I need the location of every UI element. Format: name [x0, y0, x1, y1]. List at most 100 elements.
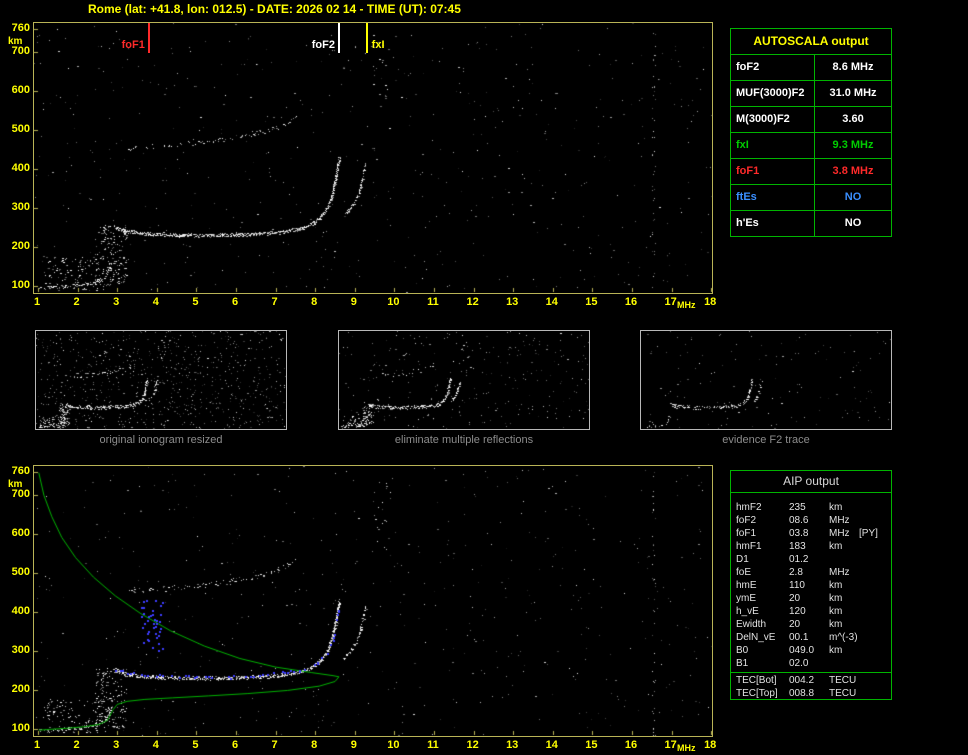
- aip-param-value-ewidth: 20: [789, 619, 801, 630]
- aip-param-extra-hmf2: [859, 501, 891, 514]
- aip-param-label-tec-top: TEC[Top]: [736, 688, 778, 699]
- top-plot-x-tick-label-8: 8: [311, 296, 318, 308]
- bottom-plot-x-tick-label-3: 3: [113, 739, 120, 751]
- bottom-plot-x-axis-unit-label: MHz: [677, 743, 696, 753]
- thumbnail-f2-trace-canvas: [641, 331, 891, 429]
- autoscala-param-label-ftes: ftEs: [731, 185, 815, 210]
- autoscala-param-label-fof1: foF1: [731, 159, 815, 184]
- autoscala-param-value-fxi: 9.3 MHz: [832, 139, 874, 151]
- autoscala-param-value-h-es: NO: [844, 217, 862, 229]
- bottom-plot-y-tick-label-100: 100: [11, 722, 30, 734]
- top-plot-x-tick-label-10: 10: [387, 296, 400, 308]
- autoscala-row-ftes: ftEs NO: [731, 185, 891, 211]
- top-plot-x-tick-label-11: 11: [427, 296, 439, 308]
- top-plot-x-tick-label-13: 13: [506, 296, 519, 308]
- aip-param-unit-hmf1: km: [829, 541, 843, 552]
- autoscala-row-fof1: foF1 3.8 MHz: [731, 159, 891, 185]
- thumbnail-caption-original: original ionogram resized: [99, 434, 223, 446]
- autoscala-table-rows: foF2 8.6 MHz MUF(3000)F2 31.0 MHz M(3000)F2 3…: [731, 55, 891, 236]
- bottom-plot-x-tick-label-10: 10: [387, 739, 400, 751]
- top-plot-y-tick-label-600: 600: [11, 84, 30, 97]
- aip-param-unit-yme: km: [829, 593, 843, 604]
- autoscala-param-value-muf-3000-f2: 31.0 MHz: [829, 87, 877, 99]
- thumbnail-f2-trace: [640, 330, 892, 430]
- top-plot-x-tick-label-2: 2: [73, 296, 80, 308]
- top-plot-x-tick-label-16: 16: [624, 296, 638, 308]
- aip-param-extra-fof1: [PY]: [859, 528, 878, 539]
- aip-row-deln-ve: DelN_vE 00.1 m^(-3): [731, 631, 891, 644]
- aip-param-extra-h-ve: [859, 605, 891, 618]
- aip-param-label-deln-ve: DelN_vE: [736, 632, 776, 643]
- autoscala-row-h-es: h'Es NO: [731, 211, 891, 236]
- thumbnail-original-ionogram: [35, 330, 287, 430]
- autoscala-table-header: AUTOSCALA output: [731, 29, 891, 55]
- thumbnail-multiple-reflections-canvas: [339, 331, 589, 429]
- aip-param-label-fof2: foF2: [736, 515, 757, 526]
- autoscala-param-value-fof1: 3.8 MHz: [832, 165, 874, 177]
- main-ionogram-plot: foF1 foF2 fxI: [33, 22, 713, 294]
- bottom-plot-x-tick-label-2: 2: [73, 739, 80, 751]
- autoscala-param-label-muf-3000-f2: MUF(3000)F2: [731, 81, 815, 106]
- top-plot-x-tick-label-14: 14: [545, 296, 558, 308]
- aip-row-b1: B1 02.0: [731, 657, 891, 670]
- aip-row-tec-top: TEC[Top] 008.8 TECU: [731, 687, 891, 700]
- profile-ionogram-plot: [33, 465, 713, 737]
- aip-param-label-b0: B0: [736, 645, 749, 656]
- bottom-plot-x-tick-label-4: 4: [152, 739, 159, 751]
- bottom-plot-x-tick-label-13: 13: [506, 739, 519, 751]
- aip-param-label-hmf1: hmF1: [736, 541, 762, 552]
- aip-param-unit-hmf2: km: [829, 502, 843, 513]
- autoscala-screen: Rome (lat: +41.8, lon: 012.5) - DATE: 20…: [0, 0, 968, 755]
- bottom-plot-x-tick-label-7: 7: [271, 739, 278, 751]
- bottom-plot-x-tick-label-5: 5: [192, 739, 199, 751]
- aip-row-yme: ymE 20 km: [731, 592, 891, 605]
- aip-param-unit-fof1: MHz: [829, 528, 850, 539]
- aip-param-label-ewidth: Ewidth: [736, 619, 767, 630]
- aip-param-unit-b1: [829, 657, 859, 670]
- top-plot-x-tick-label-15: 15: [585, 296, 598, 308]
- thumbnail-multiple-reflections: [338, 330, 590, 430]
- aip-param-label-hme: hmE: [736, 580, 757, 591]
- aip-param-unit-ewidth: km: [829, 619, 843, 630]
- top-plot-y-tick-label-700: 700: [11, 45, 30, 58]
- fof1-marker-line: [147, 23, 150, 53]
- aip-param-extra-tec-top: [859, 687, 891, 700]
- fof1-marker-label: foF1: [121, 39, 145, 51]
- aip-tec-rows: TEC[Bot] 004.2 TECU TEC[Top] 008.8 TECU: [731, 674, 891, 700]
- aip-param-unit-deln-ve: m^(-3): [829, 632, 858, 643]
- aip-param-extra-d1: [859, 553, 891, 566]
- aip-param-label-foe: foE: [736, 567, 752, 578]
- autoscala-param-value-m-3000-f2: 3.60: [842, 113, 864, 125]
- aip-param-value-tec-bot: 004.2: [789, 675, 815, 686]
- aip-param-value-fof1: 03.8: [789, 528, 809, 539]
- aip-param-label-b1: B1: [736, 658, 749, 669]
- aip-param-extra-foe: [859, 566, 891, 579]
- bottom-plot-x-tick-label-11: 11: [427, 739, 439, 751]
- autoscala-param-label-h-es: h'Es: [731, 211, 815, 236]
- aip-row-d1: D1 01.2: [731, 553, 891, 566]
- aip-output-table: AIP output hmF2 235 km foF2 08.6 MHz foF1 03.8 M…: [730, 470, 892, 700]
- aip-param-label-fof1: foF1: [736, 528, 757, 539]
- station-date-title: Rome (lat: +41.8, lon: 012.5) - DATE: 20…: [88, 2, 461, 16]
- aip-param-value-h-ve: 120: [789, 606, 806, 617]
- top-plot-x-tick-label-7: 7: [271, 296, 278, 308]
- aip-param-unit-foe: MHz: [829, 567, 850, 578]
- autoscala-output-table: AUTOSCALA output foF2 8.6 MHz MUF(3000)F2 3…: [730, 28, 892, 237]
- aip-row-foe: foE 2.8 MHz: [731, 566, 891, 579]
- aip-param-value-foe: 2.8: [789, 567, 803, 578]
- bottom-plot-y-axis-unit-label: km: [8, 479, 23, 490]
- aip-row-b0: B0 049.0 km: [731, 644, 891, 657]
- aip-param-label-hmf2: hmF2: [736, 502, 762, 513]
- bottom-plot-x-tick-label-1: 1: [33, 739, 41, 751]
- bottom-plot-y-tick-label-200: 200: [11, 683, 30, 696]
- aip-param-extra-fof2: [859, 514, 891, 527]
- aip-row-tec-bot: TEC[Bot] 004.2 TECU: [731, 674, 891, 687]
- top-plot-x-tick-label-3: 3: [113, 296, 120, 308]
- bottom-plot-x-tick-label-8: 8: [311, 739, 318, 751]
- aip-param-extra-hme: [859, 579, 891, 592]
- thumbnail-caption-f2-trace: evidence F2 trace: [722, 434, 810, 446]
- aip-param-extra-hmf1: [859, 540, 891, 553]
- aip-param-label-tec-bot: TEC[Bot]: [736, 675, 777, 686]
- bottom-plot-x-tick-label-12: 12: [466, 739, 479, 751]
- top-plot-x-tick-label-6: 6: [231, 296, 239, 308]
